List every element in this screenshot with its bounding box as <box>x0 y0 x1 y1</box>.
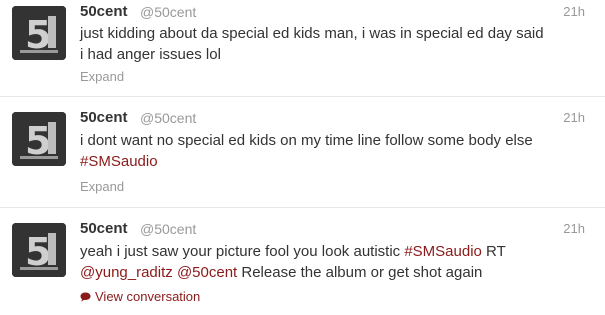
tweet-header: 50cent @50cent 21h <box>80 3 593 23</box>
tweet-item[interactable]: 5 50cent @50cent 21h just kidding about … <box>0 0 605 97</box>
tweet-text: yeah i just saw your picture fool you lo… <box>80 241 585 283</box>
expand-link[interactable]: Expand <box>80 179 124 194</box>
avatar[interactable]: 5 <box>12 223 66 277</box>
display-name[interactable]: 50cent <box>80 220 128 237</box>
display-name[interactable]: 50cent <box>80 109 128 126</box>
tweet-line: @yung_raditz @50cent Release the album o… <box>80 262 585 283</box>
tweet-header: 50cent @50cent 21h <box>80 220 593 240</box>
timestamp[interactable]: 21h <box>563 221 585 236</box>
user-handle[interactable]: @50cent <box>140 110 196 126</box>
avatar[interactable]: 5 <box>12 6 66 60</box>
tweet-header: 50cent @50cent 21h <box>80 109 593 129</box>
tweet-text: i dont want no special ed kids on my tim… <box>80 130 585 172</box>
expand-link[interactable]: Expand <box>80 69 124 84</box>
tweet-text-segment: RT <box>481 243 506 260</box>
avatar[interactable]: 5 <box>12 112 66 166</box>
tweet-line: yeah i just saw your picture fool you lo… <box>80 241 585 262</box>
hashtag-link[interactable]: #SMSaudio <box>80 153 158 170</box>
tweet-item[interactable]: 5 50cent @50cent 21h i dont want no spec… <box>0 97 605 208</box>
tweet-text-segment: Release the album or get shot again <box>237 264 483 281</box>
user-handle[interactable]: @50cent <box>140 221 196 237</box>
tweet-line: i dont want no special ed kids on my tim… <box>80 130 585 151</box>
display-name[interactable]: 50cent <box>80 3 128 20</box>
timestamp[interactable]: 21h <box>563 4 585 19</box>
mention-link[interactable]: @50cent <box>177 264 237 281</box>
tweet-line: just kidding about da special ed kids ma… <box>80 23 585 44</box>
speech-bubble-icon <box>80 292 91 302</box>
hashtag-link[interactable]: #SMSaudio <box>404 243 482 260</box>
user-handle[interactable]: @50cent <box>140 4 196 20</box>
tweet-feed: 5 50cent @50cent 21h just kidding about … <box>0 0 605 315</box>
mention-link[interactable]: @yung_raditz <box>80 264 173 281</box>
tweet-text-segment: yeah i just saw your picture fool you lo… <box>80 243 405 260</box>
tweet-line: i had anger issues lol <box>80 44 585 65</box>
tweet-line: #SMSaudio <box>80 151 585 172</box>
view-conversation-label: View conversation <box>95 289 201 304</box>
tweet-item[interactable]: 5 50cent @50cent 21h yeah i just saw you… <box>0 208 605 315</box>
tweet-text-segment: i had anger issues lol <box>80 46 221 63</box>
timestamp[interactable]: 21h <box>563 110 585 125</box>
tweet-text-segment: just kidding about da special ed kids ma… <box>80 25 544 42</box>
tweet-text-segment: i dont want no special ed kids on my tim… <box>80 132 533 149</box>
tweet-text: just kidding about da special ed kids ma… <box>80 23 585 65</box>
view-conversation-link[interactable]: View conversation <box>80 289 200 304</box>
